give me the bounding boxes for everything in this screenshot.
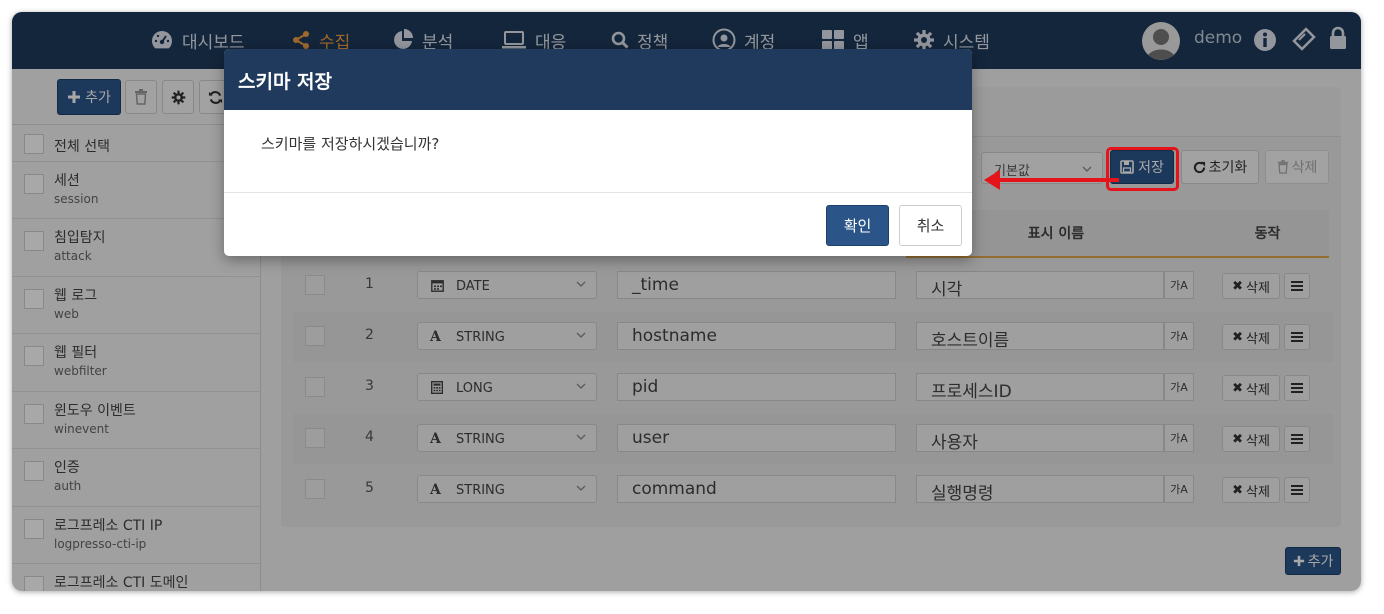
app-window: 대시보드 수집 분석 대응 정책 계정 앱 시스템 demo 추가 전체 선택 … xyxy=(12,12,1361,591)
cancel-button[interactable]: 취소 xyxy=(899,205,962,246)
annotation-arrow-head xyxy=(984,170,1000,190)
dialog-message: 스키마를 저장하시겠습니까? xyxy=(261,135,440,153)
cancel-label: 취소 xyxy=(916,217,945,235)
confirm-button[interactable]: 확인 xyxy=(826,205,889,246)
dialog-title: 스키마 저장 xyxy=(238,71,333,93)
dialog-footer: 확인 취소 xyxy=(224,192,972,256)
save-schema-dialog: 스키마 저장 스키마를 저장하시겠습니까? 확인 취소 xyxy=(224,49,972,256)
annotation-arrow-line xyxy=(997,178,1119,182)
confirm-label: 확인 xyxy=(843,217,872,235)
highlight-box xyxy=(1106,147,1179,191)
dialog-header: 스키마 저장 xyxy=(224,49,972,110)
